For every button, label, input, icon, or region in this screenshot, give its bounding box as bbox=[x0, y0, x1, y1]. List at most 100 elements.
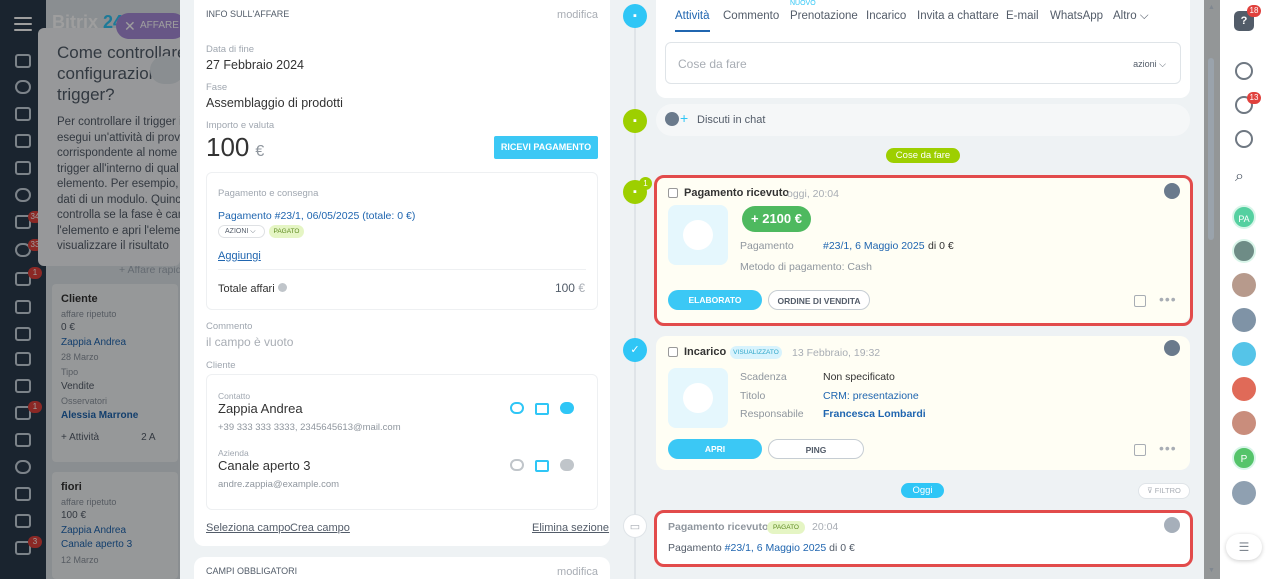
delete-section-link[interactable]: Elimina sezione bbox=[532, 522, 609, 534]
search-icon[interactable]: ⌕ bbox=[1235, 168, 1253, 186]
mail-icon[interactable] bbox=[535, 403, 549, 415]
avatar[interactable] bbox=[1232, 273, 1256, 297]
total-number: 100 bbox=[554, 281, 575, 295]
new-badge: NUOVO bbox=[790, 0, 816, 7]
complete-checkbox[interactable] bbox=[668, 347, 678, 357]
chat-icon[interactable] bbox=[560, 402, 574, 414]
tab-booking[interactable]: Prenotazione bbox=[790, 10, 858, 22]
payment-delivery-block: Pagamento e consegna Pagamento #23/1, 06… bbox=[206, 172, 598, 310]
tab-activity[interactable]: Attività bbox=[675, 10, 710, 32]
menu-icon[interactable]: ☰ bbox=[1226, 534, 1262, 560]
company-label: Azienda bbox=[218, 448, 249, 458]
activity-composer: Attività Commento NUOVO Prenotazione Inc… bbox=[656, 0, 1190, 98]
scroll-up-icon[interactable]: ▲ bbox=[1208, 4, 1215, 11]
avatar[interactable] bbox=[1164, 340, 1180, 356]
ping-button[interactable]: PING bbox=[768, 439, 864, 459]
scrollbar[interactable] bbox=[1208, 58, 1214, 240]
filter-label: FILTRO bbox=[1154, 486, 1181, 495]
help-icon[interactable] bbox=[277, 283, 287, 292]
task-title-link[interactable]: CRM: presentazione bbox=[823, 390, 919, 402]
task-card: Incarico VISUALIZZATO 13 Febbraio, 19:32… bbox=[656, 336, 1190, 470]
task-check-icon: ✓ bbox=[623, 338, 647, 362]
plus-icon: + bbox=[680, 110, 689, 126]
chat-icon[interactable] bbox=[560, 459, 574, 471]
payment-actions-dropdown[interactable]: AZIONI ⌵ bbox=[218, 225, 265, 238]
today-section-badge: Oggi bbox=[901, 483, 944, 498]
end-date-label: Data di fine bbox=[206, 44, 255, 55]
tab-email[interactable]: E-mail bbox=[1006, 10, 1039, 22]
note-icon[interactable] bbox=[1134, 444, 1146, 456]
timeline-line bbox=[634, 18, 636, 579]
avatar[interactable]: P bbox=[1232, 446, 1256, 470]
amount-label: Importo e valuta bbox=[206, 120, 275, 131]
select-field-link[interactable]: Seleziona campo bbox=[206, 522, 290, 534]
viewed-badge: VISUALIZZATO bbox=[730, 346, 782, 359]
edit-section-link[interactable]: modifica bbox=[557, 9, 598, 21]
responsible-label: Responsabile bbox=[740, 408, 804, 420]
phone-icon[interactable] bbox=[510, 402, 524, 414]
client-block: Contatto Zappia Andrea +39 333 333 3333,… bbox=[206, 374, 598, 510]
avatar[interactable]: PA bbox=[1232, 205, 1256, 229]
deadline-label: Scadenza bbox=[740, 371, 787, 383]
chevron-down-icon: ⌵ bbox=[1139, 10, 1149, 22]
card-icon: ▭ bbox=[623, 514, 647, 538]
total-deals-label: Totale affari bbox=[218, 283, 287, 295]
chat-icon[interactable] bbox=[1235, 130, 1253, 148]
task-icon bbox=[668, 368, 728, 428]
contact-details: +39 333 333 3333, 2345645613@mail.com bbox=[218, 422, 401, 433]
bell-badge: 13 bbox=[1247, 92, 1261, 104]
todo-placeholder: Cose da fare bbox=[678, 57, 747, 71]
payment-link[interactable]: Pagamento #23/1, 06/05/2025 (totale: 0 €… bbox=[218, 210, 415, 222]
tab-comment[interactable]: Commento bbox=[723, 10, 779, 22]
company-details: andre.zappia@example.com bbox=[218, 479, 340, 490]
highlight-frame bbox=[654, 175, 1193, 326]
avatar[interactable] bbox=[1232, 239, 1256, 263]
activity-count-badge: 1 bbox=[639, 177, 652, 190]
total-deals-value: 100 € bbox=[555, 281, 585, 295]
help-badge: 18 bbox=[1247, 5, 1261, 17]
amount-number: 100 bbox=[206, 132, 250, 162]
client-label: Cliente bbox=[206, 360, 236, 371]
stage-label: Fase bbox=[206, 82, 228, 93]
tab-task[interactable]: Incarico bbox=[866, 10, 906, 22]
company-name[interactable]: Canale aperto 3 bbox=[218, 458, 311, 473]
comment-value[interactable]: il campo è vuoto bbox=[206, 335, 293, 349]
avatar[interactable] bbox=[1232, 308, 1256, 332]
more-icon[interactable]: ••• bbox=[1159, 440, 1177, 456]
deal-info-section: INFO SULL'AFFARE modifica Data di fine 2… bbox=[194, 0, 610, 546]
task-title-label: Titolo bbox=[740, 390, 766, 402]
contact-name[interactable]: Zappia Andrea bbox=[218, 401, 303, 416]
responsible-link[interactable]: Francesca Lombardi bbox=[823, 408, 926, 420]
at-icon[interactable] bbox=[1235, 62, 1253, 80]
open-task-button[interactable]: APRI bbox=[668, 439, 762, 459]
receive-payment-button[interactable]: RICEVI PAGAMENTO bbox=[494, 136, 598, 159]
create-field-link[interactable]: Crea campo bbox=[290, 522, 350, 534]
contact-card-icon[interactable] bbox=[1232, 377, 1256, 401]
tab-more[interactable]: Altro ⌵ bbox=[1113, 10, 1149, 23]
add-payment-link[interactable]: Aggiungi bbox=[218, 250, 261, 262]
amount-value[interactable]: 100 € bbox=[206, 132, 264, 163]
chevron-down-icon: ⌵ bbox=[250, 228, 256, 235]
avatar bbox=[665, 112, 679, 126]
avatar[interactable] bbox=[1232, 481, 1256, 505]
end-date-value[interactable]: 27 Febbraio 2024 bbox=[206, 58, 304, 72]
scroll-down-icon[interactable]: ▼ bbox=[1208, 567, 1215, 574]
todo-actions-dropdown[interactable]: azioni ⌵ bbox=[1133, 59, 1166, 70]
divider bbox=[218, 269, 586, 270]
todo-input[interactable]: Cose da fare azioni ⌵ bbox=[665, 42, 1181, 84]
tab-whatsapp[interactable]: WhatsApp bbox=[1050, 10, 1103, 22]
stage-value[interactable]: Assemblaggio di prodotti bbox=[206, 96, 343, 110]
tab-invite-chat[interactable]: Invita a chattare bbox=[917, 10, 999, 22]
discuss-in-chat-button[interactable]: + Discuti in chat bbox=[656, 104, 1190, 136]
amount-currency: € bbox=[255, 143, 265, 160]
edit-section-link[interactable]: modifica bbox=[557, 566, 598, 578]
open-channel-icon[interactable] bbox=[1232, 342, 1256, 366]
section-title: CAMPI OBBLIGATORI bbox=[206, 566, 298, 576]
mail-icon[interactable] bbox=[535, 460, 549, 472]
contact-card-icon[interactable] bbox=[1232, 411, 1256, 435]
deadline-value[interactable]: Non specificato bbox=[823, 371, 895, 383]
phone-icon[interactable] bbox=[510, 459, 524, 471]
chat-bubble-icon: ▪ bbox=[623, 109, 647, 133]
filter-button[interactable]: ⊽ FILTRO bbox=[1138, 483, 1190, 499]
discuss-chat-label: Discuti in chat bbox=[697, 114, 766, 126]
